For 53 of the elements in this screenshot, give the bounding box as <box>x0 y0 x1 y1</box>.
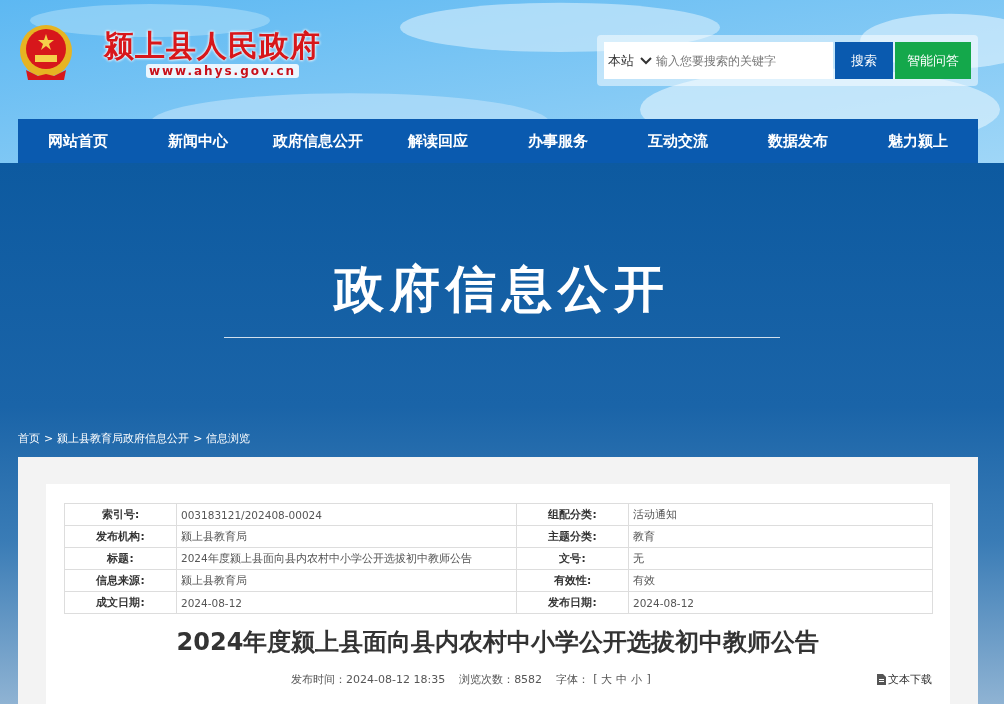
nav-item[interactable]: 互动交流 <box>618 119 738 163</box>
table-cell: 颍上县教育局 <box>176 569 517 592</box>
font-size-link[interactable]: 大 <box>601 672 613 687</box>
table-cell: 成文日期: <box>64 591 177 614</box>
search-button[interactable]: 搜索 <box>835 42 893 79</box>
banner-title: 政府信息公开 <box>224 255 780 338</box>
table-cell: 有效性: <box>516 569 629 592</box>
bracket: ] <box>646 672 651 687</box>
table-cell: 有效 <box>628 569 933 592</box>
table-cell: 教育 <box>628 525 933 548</box>
search-field[interactable]: 本站 输入您要搜索的关键字 <box>604 42 833 79</box>
download-label: 文本下载 <box>888 672 932 687</box>
table-cell: 003183121/202408-00024 <box>176 503 517 526</box>
bracket: [ <box>593 672 598 687</box>
article-title: 2024年度颍上县面向县内农村中小学公开选拔初中教师公告 <box>175 627 821 658</box>
breadcrumb-link[interactable]: 颍上县教育局政府信息公开 <box>57 431 190 446</box>
table-cell: 活动通知 <box>628 503 933 526</box>
table-cell: 索引号: <box>64 503 177 526</box>
table-cell: 颍上县教育局 <box>176 525 517 548</box>
table-cell: 标题: <box>64 547 177 570</box>
breadcrumb-separator: > <box>193 432 203 445</box>
site-url: www.ahys.gov.cn <box>145 64 300 78</box>
document-icon <box>877 674 886 685</box>
table-cell: 发布日期: <box>516 591 629 614</box>
table-cell: 信息来源: <box>64 569 177 592</box>
table-cell: 2024-08-12 <box>628 591 933 614</box>
download-link[interactable]: 文本下载 <box>877 672 932 687</box>
breadcrumb-link[interactable]: 首页 <box>18 431 40 446</box>
table-cell: 发布机构: <box>64 525 177 548</box>
table-cell: 2024年度颍上县面向县内农村中小学公开选拔初中教师公告 <box>176 547 517 570</box>
table-cell: 组配分类: <box>516 503 629 526</box>
table-cell: 主题分类: <box>516 525 629 548</box>
breadcrumb-link[interactable]: 信息浏览 <box>206 431 251 446</box>
nav-item[interactable]: 解读回应 <box>378 119 498 163</box>
emblem-icon <box>18 24 74 82</box>
breadcrumb-separator: > <box>44 432 54 445</box>
view-count: 浏览次数：8582 <box>459 672 543 687</box>
publish-time: 发布时间：2024-08-12 18:35 <box>291 672 446 687</box>
font-size-link[interactable]: 中 <box>616 672 628 687</box>
table-cell: 无 <box>628 547 933 570</box>
nav-item[interactable]: 办事服务 <box>498 119 618 163</box>
nav-item[interactable]: 政府信息公开 <box>258 119 378 163</box>
nav-item[interactable]: 网站首页 <box>18 119 138 163</box>
chevron-down-icon <box>640 56 652 65</box>
font-size-link[interactable]: 小 <box>631 672 643 687</box>
table-cell: 2024-08-12 <box>176 591 517 614</box>
nav-item[interactable]: 魅力颍上 <box>858 119 978 163</box>
nav-item[interactable]: 数据发布 <box>738 119 858 163</box>
scope-select[interactable]: 本站 <box>608 51 634 70</box>
site-title: 颍上县人民政府 <box>104 28 321 64</box>
nav-item[interactable]: 新闻中心 <box>138 119 258 163</box>
table-cell: 文号: <box>516 547 629 570</box>
font-size-label: 字体： <box>556 672 590 687</box>
